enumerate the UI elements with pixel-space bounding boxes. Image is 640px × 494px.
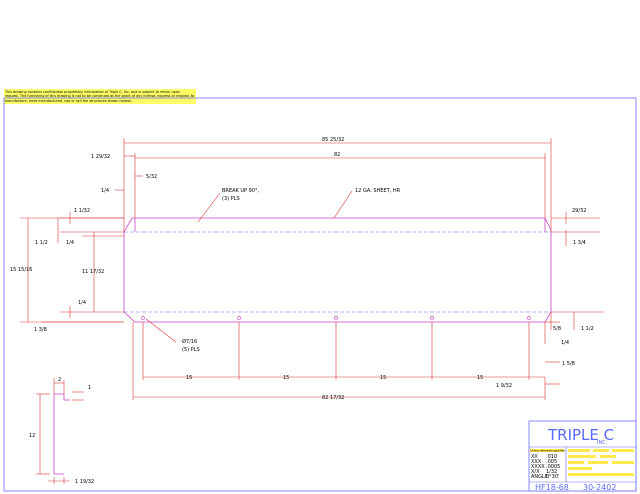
svg-text:15 15/16: 15 15/16 bbox=[10, 267, 32, 273]
svg-text:BREAK UP 90°,: BREAK UP 90°, bbox=[222, 188, 259, 194]
break-note: BREAK UP 90°, (3) PLS bbox=[197, 188, 259, 223]
svg-text:1 1/2: 1 1/2 bbox=[35, 240, 48, 246]
dimension-right-small: 5/8 bbox=[545, 312, 561, 332]
svg-text:1/4: 1/4 bbox=[561, 340, 569, 346]
hole-note: Ø7/16 (5) PLS bbox=[145, 318, 200, 353]
svg-text:15: 15 bbox=[477, 375, 483, 381]
hole-5 bbox=[527, 316, 531, 320]
part-outline bbox=[123, 217, 552, 323]
svg-text:1/4: 1/4 bbox=[101, 188, 109, 194]
svg-text:1/4: 1/4 bbox=[78, 300, 86, 306]
hole-spacing-dimensions: 15 15 15 15 bbox=[142, 322, 545, 381]
svg-text:1 3/8: 1 3/8 bbox=[34, 327, 47, 333]
dimension-right-height: 1 3/4 bbox=[551, 230, 600, 246]
svg-text:(3) PLS: (3) PLS bbox=[222, 196, 240, 202]
sheet-note: 12 GA. SHEET, HR bbox=[333, 188, 401, 219]
dimension-bottom-overall: 82 17/32 bbox=[132, 322, 545, 401]
dimension-right-five-eighths: 1 5/8 bbox=[545, 361, 575, 367]
dimension-left-step: 1 29/32 bbox=[91, 154, 135, 160]
svg-text:Unless otherwise specified: Unless otherwise specified bbox=[531, 449, 566, 453]
dimension-right-end: 1 9/32 bbox=[496, 377, 560, 400]
svg-text:15: 15 bbox=[283, 375, 289, 381]
svg-text:Ø7/16: Ø7/16 bbox=[182, 338, 197, 345]
svg-text:12: 12 bbox=[29, 433, 35, 439]
hole-2 bbox=[237, 316, 241, 320]
svg-text:11 17/32: 11 17/32 bbox=[82, 269, 104, 275]
dimension-inner-length: 82 bbox=[134, 152, 546, 218]
dimension-top-left-offset: 1 1/32 bbox=[60, 208, 124, 224]
dimension-quarter-b: 1/4 bbox=[66, 235, 124, 246]
svg-text:85 25/32: 85 25/32 bbox=[322, 137, 344, 143]
drawing-sheet: 85 25/32 82 1 29/32 5/32 1/4 BREAK UP 90… bbox=[3, 97, 637, 492]
dimension-bottom-left: 1 3/8 bbox=[34, 321, 124, 333]
hole-4 bbox=[430, 316, 434, 320]
hole-3 bbox=[334, 316, 338, 320]
company-suffix: INC. bbox=[597, 440, 608, 446]
dimension-quarter-a: 1/4 bbox=[101, 188, 124, 194]
hole-1 bbox=[141, 316, 145, 320]
svg-text:82 17/32: 82 17/32 bbox=[322, 395, 344, 401]
svg-text:5/8: 5/8 bbox=[553, 326, 561, 332]
svg-text:15: 15 bbox=[380, 375, 386, 381]
svg-text:5/32: 5/32 bbox=[146, 174, 157, 180]
svg-text:29/32: 29/32 bbox=[572, 208, 586, 214]
dimension-left-inner: 1 1/2 bbox=[35, 218, 124, 246]
svg-text:15: 15 bbox=[186, 375, 192, 381]
svg-text:82: 82 bbox=[334, 152, 340, 158]
svg-text:1 3/4: 1 3/4 bbox=[573, 240, 586, 246]
svg-text:1 1/32: 1 1/32 bbox=[74, 208, 90, 214]
svg-text:0°30': 0°30' bbox=[546, 474, 559, 480]
svg-text:1 1/2: 1 1/2 bbox=[581, 326, 594, 332]
drawing-number: 30-2402 bbox=[583, 483, 616, 492]
svg-text:1 5/8: 1 5/8 bbox=[562, 361, 575, 367]
dimension-top-tab: 5/32 bbox=[135, 174, 157, 180]
svg-text:1/4: 1/4 bbox=[66, 240, 74, 246]
svg-text:1 9/32: 1 9/32 bbox=[496, 383, 512, 389]
svg-text:12 GA. SHEET, HR: 12 GA. SHEET, HR bbox=[355, 188, 401, 194]
svg-text:2: 2 bbox=[58, 377, 61, 383]
dimension-quarter-c: 1/4 bbox=[60, 300, 124, 318]
svg-text:1 29/32: 1 29/32 bbox=[91, 154, 110, 160]
svg-text:1 19/32: 1 19/32 bbox=[75, 479, 94, 485]
svg-text:1: 1 bbox=[88, 385, 91, 391]
dimension-overall-height: 15 15/16 bbox=[10, 217, 124, 323]
profile-view: 2 1 12 1 19/32 bbox=[29, 377, 94, 485]
part-number: HF18-68 bbox=[535, 483, 569, 492]
title-block: TRIPLE C INC. Unless otherwise specified… bbox=[528, 420, 637, 492]
svg-text:(5) PLS: (5) PLS bbox=[182, 347, 200, 353]
dimension-top-right: 29/32 bbox=[551, 208, 600, 224]
